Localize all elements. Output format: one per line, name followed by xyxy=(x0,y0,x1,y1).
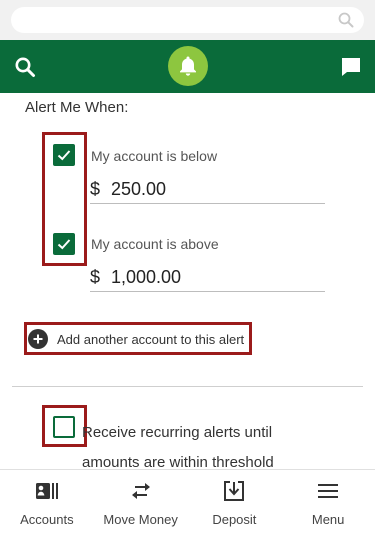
accounts-icon xyxy=(35,480,59,502)
menu-icon xyxy=(316,480,340,502)
checkmark-icon xyxy=(57,239,71,250)
currency-symbol: $ xyxy=(90,267,101,287)
app-header xyxy=(0,40,375,93)
recurring-alerts-checkbox[interactable] xyxy=(53,416,75,438)
nav-deposit[interactable]: Deposit xyxy=(188,470,282,535)
below-amount-value: 250.00 xyxy=(111,179,167,199)
checkmark-icon xyxy=(57,150,71,161)
search-icon[interactable] xyxy=(14,56,36,78)
browser-toolbar xyxy=(0,0,375,40)
search-icon[interactable] xyxy=(338,12,354,28)
below-threshold-checkbox[interactable] xyxy=(53,144,75,166)
bottom-nav: Accounts Move Money Deposit Menu xyxy=(0,469,375,535)
deposit-icon xyxy=(222,480,246,502)
currency-symbol: $ xyxy=(90,179,101,199)
nav-move-money-label: Move Money xyxy=(103,512,178,527)
alerts-button[interactable] xyxy=(168,46,208,86)
below-amount-input[interactable]: $ 250.00 xyxy=(90,178,325,204)
nav-menu-label: Menu xyxy=(311,512,345,527)
above-amount-value: 1,000.00 xyxy=(111,267,182,287)
add-account-button[interactable]: Add another account to this alert xyxy=(28,328,244,350)
nav-accounts[interactable]: Accounts xyxy=(0,470,94,535)
divider xyxy=(12,386,363,387)
browser-search-bar[interactable] xyxy=(11,7,364,33)
nav-menu[interactable]: Menu xyxy=(281,470,375,535)
above-threshold-checkbox[interactable] xyxy=(53,233,75,255)
nav-deposit-label: Deposit xyxy=(212,512,257,527)
below-threshold-label: My account is below xyxy=(91,148,218,164)
add-circle-icon xyxy=(28,329,48,349)
add-account-label: Add another account to this alert xyxy=(57,331,245,347)
above-amount-input[interactable]: $ 1,000.00 xyxy=(90,266,325,292)
nav-move-money[interactable]: Move Money xyxy=(94,470,188,535)
chat-icon[interactable] xyxy=(340,56,362,78)
transfer-icon xyxy=(129,480,153,502)
section-title: Alert Me When: xyxy=(25,99,129,116)
above-threshold-label: My account is above xyxy=(91,236,219,252)
nav-accounts-label: Accounts xyxy=(20,512,74,527)
bell-icon xyxy=(180,56,196,76)
